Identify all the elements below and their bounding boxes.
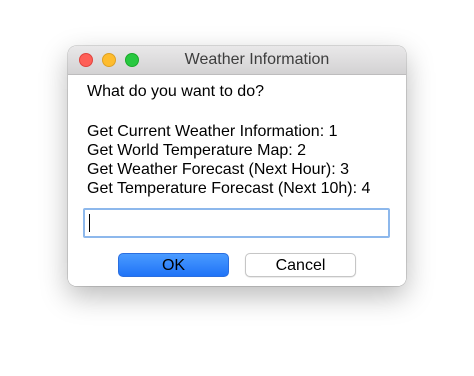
- cancel-button[interactable]: Cancel: [245, 253, 356, 277]
- choice-input[interactable]: [83, 208, 390, 238]
- ok-button[interactable]: OK: [118, 253, 229, 277]
- option-temperature-forecast: Get Temperature Forecast (Next 10h): 4: [87, 180, 371, 197]
- dialog-prompt: What do you want to do?: [87, 83, 264, 100]
- option-weather-forecast: Get Weather Forecast (Next Hour): 3: [87, 161, 350, 178]
- dialog-content: What do you want to do? Get Current Weat…: [68, 75, 406, 286]
- title-bar[interactable]: Weather Information: [68, 46, 406, 75]
- window-title: Weather Information: [184, 51, 330, 68]
- option-current-weather: Get Current Weather Information: 1: [87, 123, 338, 140]
- screen-background: Weather Information What do you want to …: [0, 0, 474, 376]
- option-list: Get Current Weather Information: 1 Get W…: [87, 122, 370, 198]
- option-world-temperature-map: Get World Temperature Map: 2: [87, 142, 307, 159]
- dialog-window: Weather Information What do you want to …: [68, 46, 406, 286]
